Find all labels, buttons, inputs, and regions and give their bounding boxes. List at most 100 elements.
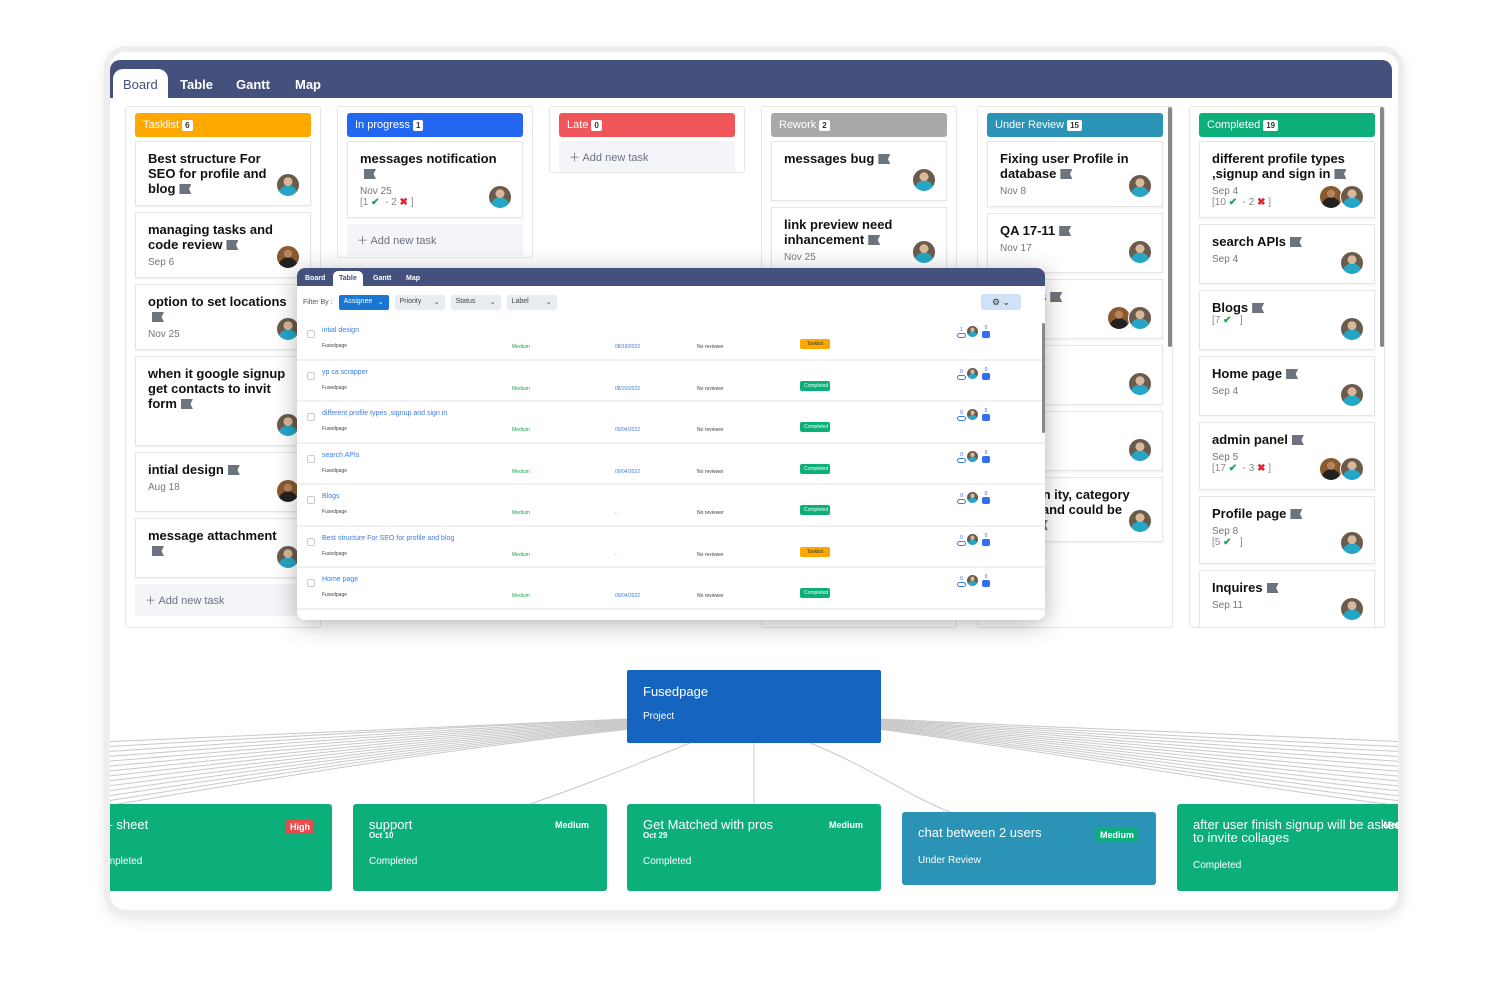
task-card[interactable]: Blogs [7 ✔ ] (1199, 290, 1375, 350)
map-root-node[interactable]: Fusedpage Project (627, 670, 881, 743)
avatar[interactable] (966, 408, 979, 421)
task-card[interactable]: admin panel Sep 5 [17 ✔ - 3 ✖ ] (1199, 422, 1375, 490)
avatar[interactable] (1340, 185, 1364, 209)
avatar[interactable] (1128, 509, 1152, 533)
flag-icon[interactable] (1289, 237, 1302, 247)
comments[interactable]: 0 (982, 450, 990, 463)
flag-icon[interactable] (1266, 583, 1279, 593)
row-checkbox[interactable] (307, 496, 315, 504)
links[interactable]: 0 (957, 410, 966, 421)
table-row[interactable]: different profile types ,signup and sign… (297, 402, 1045, 444)
filter-priority[interactable]: Priority ⌄ (394, 295, 445, 310)
comments[interactable]: 0 (982, 574, 990, 587)
avatar[interactable] (966, 532, 979, 546)
comments[interactable]: 0 (982, 325, 990, 338)
table-row[interactable]: search APIs Fusedpage Medium 09/04/2022 … (297, 444, 1045, 485)
tab-board[interactable]: Board (113, 69, 168, 98)
task-card[interactable]: link preview need inhancement Nov 25 (771, 207, 947, 273)
avatar[interactable] (1128, 174, 1152, 198)
task-card[interactable]: managing tasks and code review Sep 6 (135, 212, 311, 278)
avatar[interactable] (966, 325, 979, 338)
map-task-node[interactable]: ... - sheet…8CompletedHigh (110, 804, 332, 891)
tab-map[interactable]: Map (400, 271, 426, 286)
task-card[interactable]: intial design Aug 18 (135, 452, 311, 512)
comments[interactable]: 0 (982, 533, 990, 546)
due-date[interactable]: 09/04/2022 (615, 427, 640, 433)
avatar[interactable] (1128, 438, 1152, 462)
avatar[interactable] (1340, 457, 1364, 481)
tab-board[interactable]: Board (299, 271, 331, 286)
links[interactable]: 1 (957, 327, 966, 338)
task-card[interactable]: different profile types ,signup and sign… (1199, 141, 1375, 218)
flag-icon[interactable] (179, 184, 192, 194)
due-date[interactable]: 08/20/2022 (615, 386, 640, 392)
avatar[interactable] (1340, 251, 1364, 275)
flag-icon[interactable] (180, 399, 193, 409)
due-date[interactable]: 08/18/2022 (615, 344, 640, 350)
status-badge[interactable]: Completed (800, 422, 830, 432)
avatar[interactable] (1340, 317, 1364, 341)
tab-gantt[interactable]: Gantt (226, 69, 280, 98)
comments[interactable]: 0 (982, 491, 990, 504)
task-card[interactable]: option to set locations Nov 25 (135, 284, 311, 350)
scrollbar[interactable] (1168, 107, 1172, 347)
flag-icon[interactable] (1334, 169, 1347, 179)
map-task-node[interactable]: chat between 2 users Under Review Medium (902, 812, 1156, 885)
map-task-node[interactable]: Get Matched with pros Oct 29 Completed Medi… (627, 804, 881, 891)
avatar[interactable] (1340, 383, 1364, 407)
flag-icon[interactable] (1252, 303, 1265, 313)
flag-icon[interactable] (364, 169, 376, 179)
task-card[interactable]: message attachment (135, 518, 311, 578)
due-date[interactable]: - (615, 552, 617, 558)
row-checkbox[interactable] (307, 330, 315, 338)
status-badge[interactable]: Completed (800, 463, 830, 474)
table-row[interactable]: Blogs Fusedpage Medium - No reviewer Com… (297, 485, 1045, 527)
due-date[interactable]: - (615, 510, 617, 516)
avatar[interactable] (276, 245, 300, 269)
avatar[interactable] (488, 185, 512, 209)
flag-icon[interactable] (1060, 169, 1073, 179)
flag-icon[interactable] (227, 465, 240, 475)
flag-icon[interactable] (152, 312, 164, 322)
task-name-link[interactable]: Blogs (322, 493, 340, 500)
task-card[interactable]: Home page Sep 4 (1199, 356, 1375, 416)
settings-button[interactable]: ⚙ ⌄ (981, 294, 1021, 310)
filter-assignee[interactable]: Assignee ⌄ (338, 295, 389, 310)
scrollbar[interactable] (1042, 323, 1045, 433)
table-row[interactable]: intial design Fusedpage Medium 08/18/202… (297, 319, 1045, 361)
filter-status[interactable]: Status ⌄ (450, 295, 501, 310)
flag-icon[interactable] (1286, 369, 1299, 379)
flag-icon[interactable] (152, 546, 164, 556)
row-checkbox[interactable] (307, 371, 315, 380)
add-task-button[interactable]: ＋ Add new task (135, 584, 311, 616)
avatar[interactable] (1128, 240, 1152, 264)
task-name-link[interactable]: search APIs (322, 452, 359, 459)
add-task-button[interactable]: ＋ Add new task (347, 224, 523, 256)
avatar[interactable] (1128, 306, 1152, 330)
avatar[interactable] (912, 168, 936, 192)
task-name-link[interactable]: yp ca scrapper (322, 369, 368, 376)
status-badge[interactable]: Completed (800, 505, 830, 515)
links[interactable]: 0 (957, 576, 966, 587)
avatar[interactable] (276, 173, 300, 197)
add-task-button[interactable]: ＋ Add new task (559, 141, 735, 172)
tab-map[interactable]: Map (285, 69, 331, 98)
avatar[interactable] (966, 449, 979, 463)
filter-label-select[interactable]: Label ⌄ (506, 295, 557, 310)
avatar[interactable] (912, 240, 936, 264)
status-badge[interactable]: Completed (800, 588, 830, 598)
task-card[interactable]: Fixing user Profile in database Nov 8 (987, 141, 1163, 207)
flag-icon[interactable] (226, 240, 239, 250)
task-card[interactable]: when it google signup get contacts to in… (135, 356, 311, 446)
status-badge[interactable]: Tasklist (800, 339, 830, 349)
links[interactable]: 0 (957, 493, 966, 504)
comments[interactable]: 0 (982, 408, 990, 421)
flag-icon[interactable] (1059, 226, 1072, 236)
map-task-node[interactable]: support Oct 10 Completed Medium (353, 804, 607, 891)
flag-icon[interactable] (878, 154, 891, 164)
tab-table[interactable]: Table (170, 69, 223, 98)
task-card[interactable]: QA 17-11 Nov 17 (987, 213, 1163, 273)
row-checkbox[interactable] (307, 413, 315, 421)
map-task-node[interactable]: after user finish signup will be asked t… (1177, 804, 1398, 891)
avatar[interactable] (966, 491, 979, 504)
